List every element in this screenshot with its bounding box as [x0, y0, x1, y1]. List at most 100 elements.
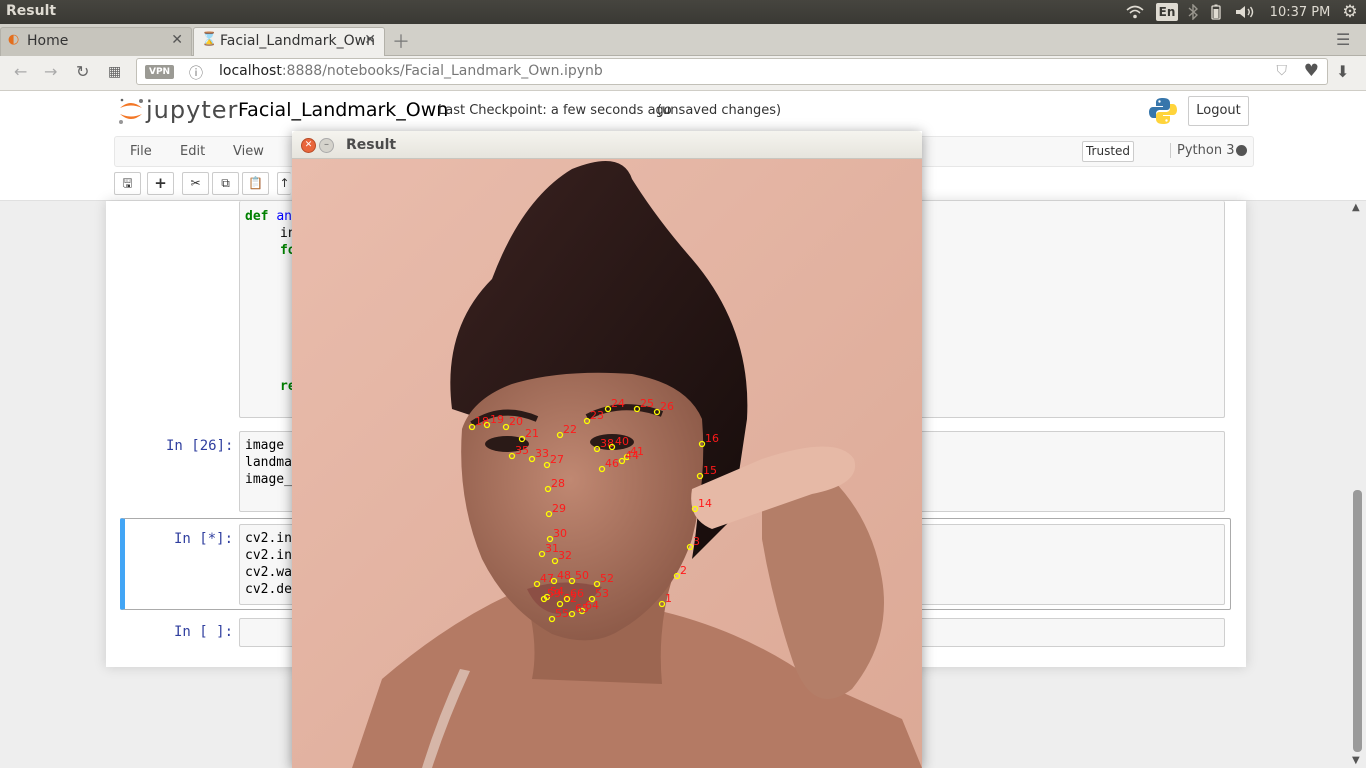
- landmark-label: 52: [600, 572, 614, 585]
- landmark-label: 22: [563, 423, 577, 436]
- landmark-label: 18: [475, 415, 489, 428]
- landmark-label: 38: [600, 437, 614, 450]
- landmark-label: 66: [570, 587, 584, 600]
- shield-icon[interactable]: ⛉: [1277, 63, 1288, 79]
- code-line: cv2.wa: [245, 565, 292, 580]
- landmark-label: 23: [590, 409, 604, 422]
- landmark-label: 35: [515, 444, 529, 457]
- landmark-label: 21: [525, 427, 539, 440]
- menu-edit[interactable]: Edit: [180, 144, 205, 159]
- landmark-label: 48: [557, 569, 571, 582]
- apps-grid-icon[interactable]: ▦: [108, 64, 121, 80]
- result-window[interactable]: ✕ – Result 1 2 3 14 15 16 18 19 20 21 22…: [292, 131, 922, 768]
- scroll-down-arrow-icon[interactable]: ▼: [1352, 755, 1360, 766]
- landmark-label: 55: [555, 607, 569, 620]
- landmark-label: 28: [551, 477, 565, 490]
- landmark-label: 26: [660, 400, 674, 413]
- scrollbar-thumb[interactable]: [1353, 490, 1362, 752]
- landmark-label: 33: [535, 447, 549, 460]
- landmark-label: 32: [558, 549, 572, 562]
- code-line: image: [245, 438, 285, 453]
- close-icon[interactable]: ✕: [171, 32, 183, 48]
- unsaved-status: (unsaved changes): [657, 103, 782, 118]
- new-tab-plus-icon[interactable]: ＋: [392, 28, 410, 54]
- result-image: 1 2 3 14 15 16 18 19 20 21 22 23 24 25 26 27 28 29 30 31 32 3…: [292, 159, 922, 768]
- landmark-label: 46: [605, 457, 619, 470]
- forward-arrow-icon[interactable]: →: [44, 62, 57, 81]
- landmark-label: 27: [550, 453, 564, 466]
- paste-icon[interactable]: 📋: [242, 172, 269, 195]
- kernel-name[interactable]: Python 3: [1170, 143, 1234, 158]
- cell-prompt: In [26]:: [166, 438, 234, 454]
- scroll-up-arrow-icon[interactable]: ▲: [1352, 202, 1360, 213]
- add-cell-icon[interactable]: +: [147, 172, 174, 195]
- code-line: image_: [245, 472, 292, 487]
- notebook-name[interactable]: Facial_Landmark_Own: [238, 99, 448, 121]
- close-icon[interactable]: ✕: [301, 138, 316, 153]
- code-line: cv2.de: [245, 582, 292, 597]
- landmark-label: 15: [703, 464, 717, 477]
- landmark-label: 1: [665, 592, 672, 605]
- jupyter-icon: ◐: [8, 32, 20, 47]
- url-host: localhost: [219, 63, 282, 79]
- url-text[interactable]: localhost:8888/notebooks/Facial_Landmark…: [219, 63, 603, 79]
- clock[interactable]: 10:37 PM: [1268, 0, 1332, 24]
- landmark-label: 40: [615, 435, 629, 448]
- tab-label: Facial_Landmark_Own: [220, 33, 375, 49]
- reload-icon[interactable]: ↻: [76, 62, 89, 81]
- landmark-label: 44: [625, 449, 639, 462]
- landmark-label: 16: [705, 432, 719, 445]
- landmark-label: 50: [575, 569, 589, 582]
- vpn-badge[interactable]: VPN: [145, 65, 175, 79]
- result-window-titlebar[interactable]: ✕ – Result: [292, 131, 922, 159]
- python-logo-icon: [1149, 98, 1177, 124]
- volume-icon[interactable]: [1233, 0, 1257, 24]
- landmark-label: 19: [490, 413, 504, 426]
- cut-icon[interactable]: ✂: [182, 172, 209, 195]
- cell-prompt: In [*]:: [174, 531, 234, 547]
- menu-file[interactable]: File: [130, 144, 152, 159]
- move-up-icon[interactable]: ↑: [277, 172, 291, 195]
- kernel-busy-icon: [1236, 145, 1247, 156]
- landmark-label: 3: [693, 535, 700, 548]
- result-window-title: Result: [346, 137, 397, 153]
- landmark-label: 30: [553, 527, 567, 540]
- logout-button[interactable]: Logout: [1188, 96, 1249, 126]
- system-top-bar: Result En 10:37 PM ⚙: [0, 0, 1366, 24]
- wifi-icon[interactable]: [1124, 0, 1146, 24]
- browser-tab-bar: ◐ Home ✕ ⌛ Facial_Landmark_Own ✕: [0, 24, 1366, 57]
- heart-icon[interactable]: ♥: [1304, 61, 1319, 81]
- face-landmark-image: 12314151618 19 2021 222324 25 262728293031323…: [292, 159, 922, 768]
- address-bar[interactable]: VPN ⓘ localhost:8888/notebooks/Facial_La…: [136, 58, 1328, 85]
- back-arrow-icon[interactable]: ←: [14, 62, 27, 81]
- cell-prompt: In [ ]:: [174, 624, 234, 640]
- keyboard-layout-icon[interactable]: En: [1156, 3, 1178, 21]
- jupyter-logo-icon[interactable]: [116, 96, 146, 126]
- minimize-icon[interactable]: –: [319, 138, 334, 153]
- copy-icon[interactable]: ⧉: [212, 172, 239, 195]
- landmark-label: 24: [611, 397, 625, 410]
- code-line: cv2.in: [245, 531, 292, 546]
- landmark-label: 29: [552, 502, 566, 515]
- download-icon[interactable]: ⬇: [1336, 62, 1349, 81]
- hourglass-icon: ⌛: [201, 32, 218, 47]
- checkpoint-status: Last Checkpoint: a few seconds ago: [438, 103, 672, 118]
- landmark-label: 2: [680, 564, 687, 577]
- save-icon[interactable]: 🖫: [114, 172, 141, 195]
- close-icon[interactable]: ✕: [364, 32, 376, 48]
- settings-gear-icon[interactable]: ⚙: [1338, 0, 1362, 24]
- site-info-icon[interactable]: ⓘ: [189, 63, 203, 83]
- url-path: :8888/notebooks/Facial_Landmark_Own.ipyn…: [281, 63, 603, 79]
- tab-facial-landmark[interactable]: ⌛ Facial_Landmark_Own ✕: [193, 27, 385, 57]
- battery-icon[interactable]: [1207, 0, 1225, 24]
- landmark-label: 31: [545, 542, 559, 555]
- code-line: def an: [245, 209, 292, 224]
- menu-view[interactable]: View: [233, 144, 264, 159]
- trusted-indicator[interactable]: Trusted: [1082, 141, 1134, 162]
- bluetooth-icon[interactable]: [1184, 0, 1202, 24]
- hamburger-menu-icon[interactable]: ☰: [1336, 30, 1350, 49]
- tab-home[interactable]: ◐ Home ✕: [0, 27, 192, 56]
- landmark-label: 14: [698, 497, 712, 510]
- jupyter-logo-text[interactable]: jupyter: [146, 96, 238, 124]
- code-line: landma: [245, 455, 292, 470]
